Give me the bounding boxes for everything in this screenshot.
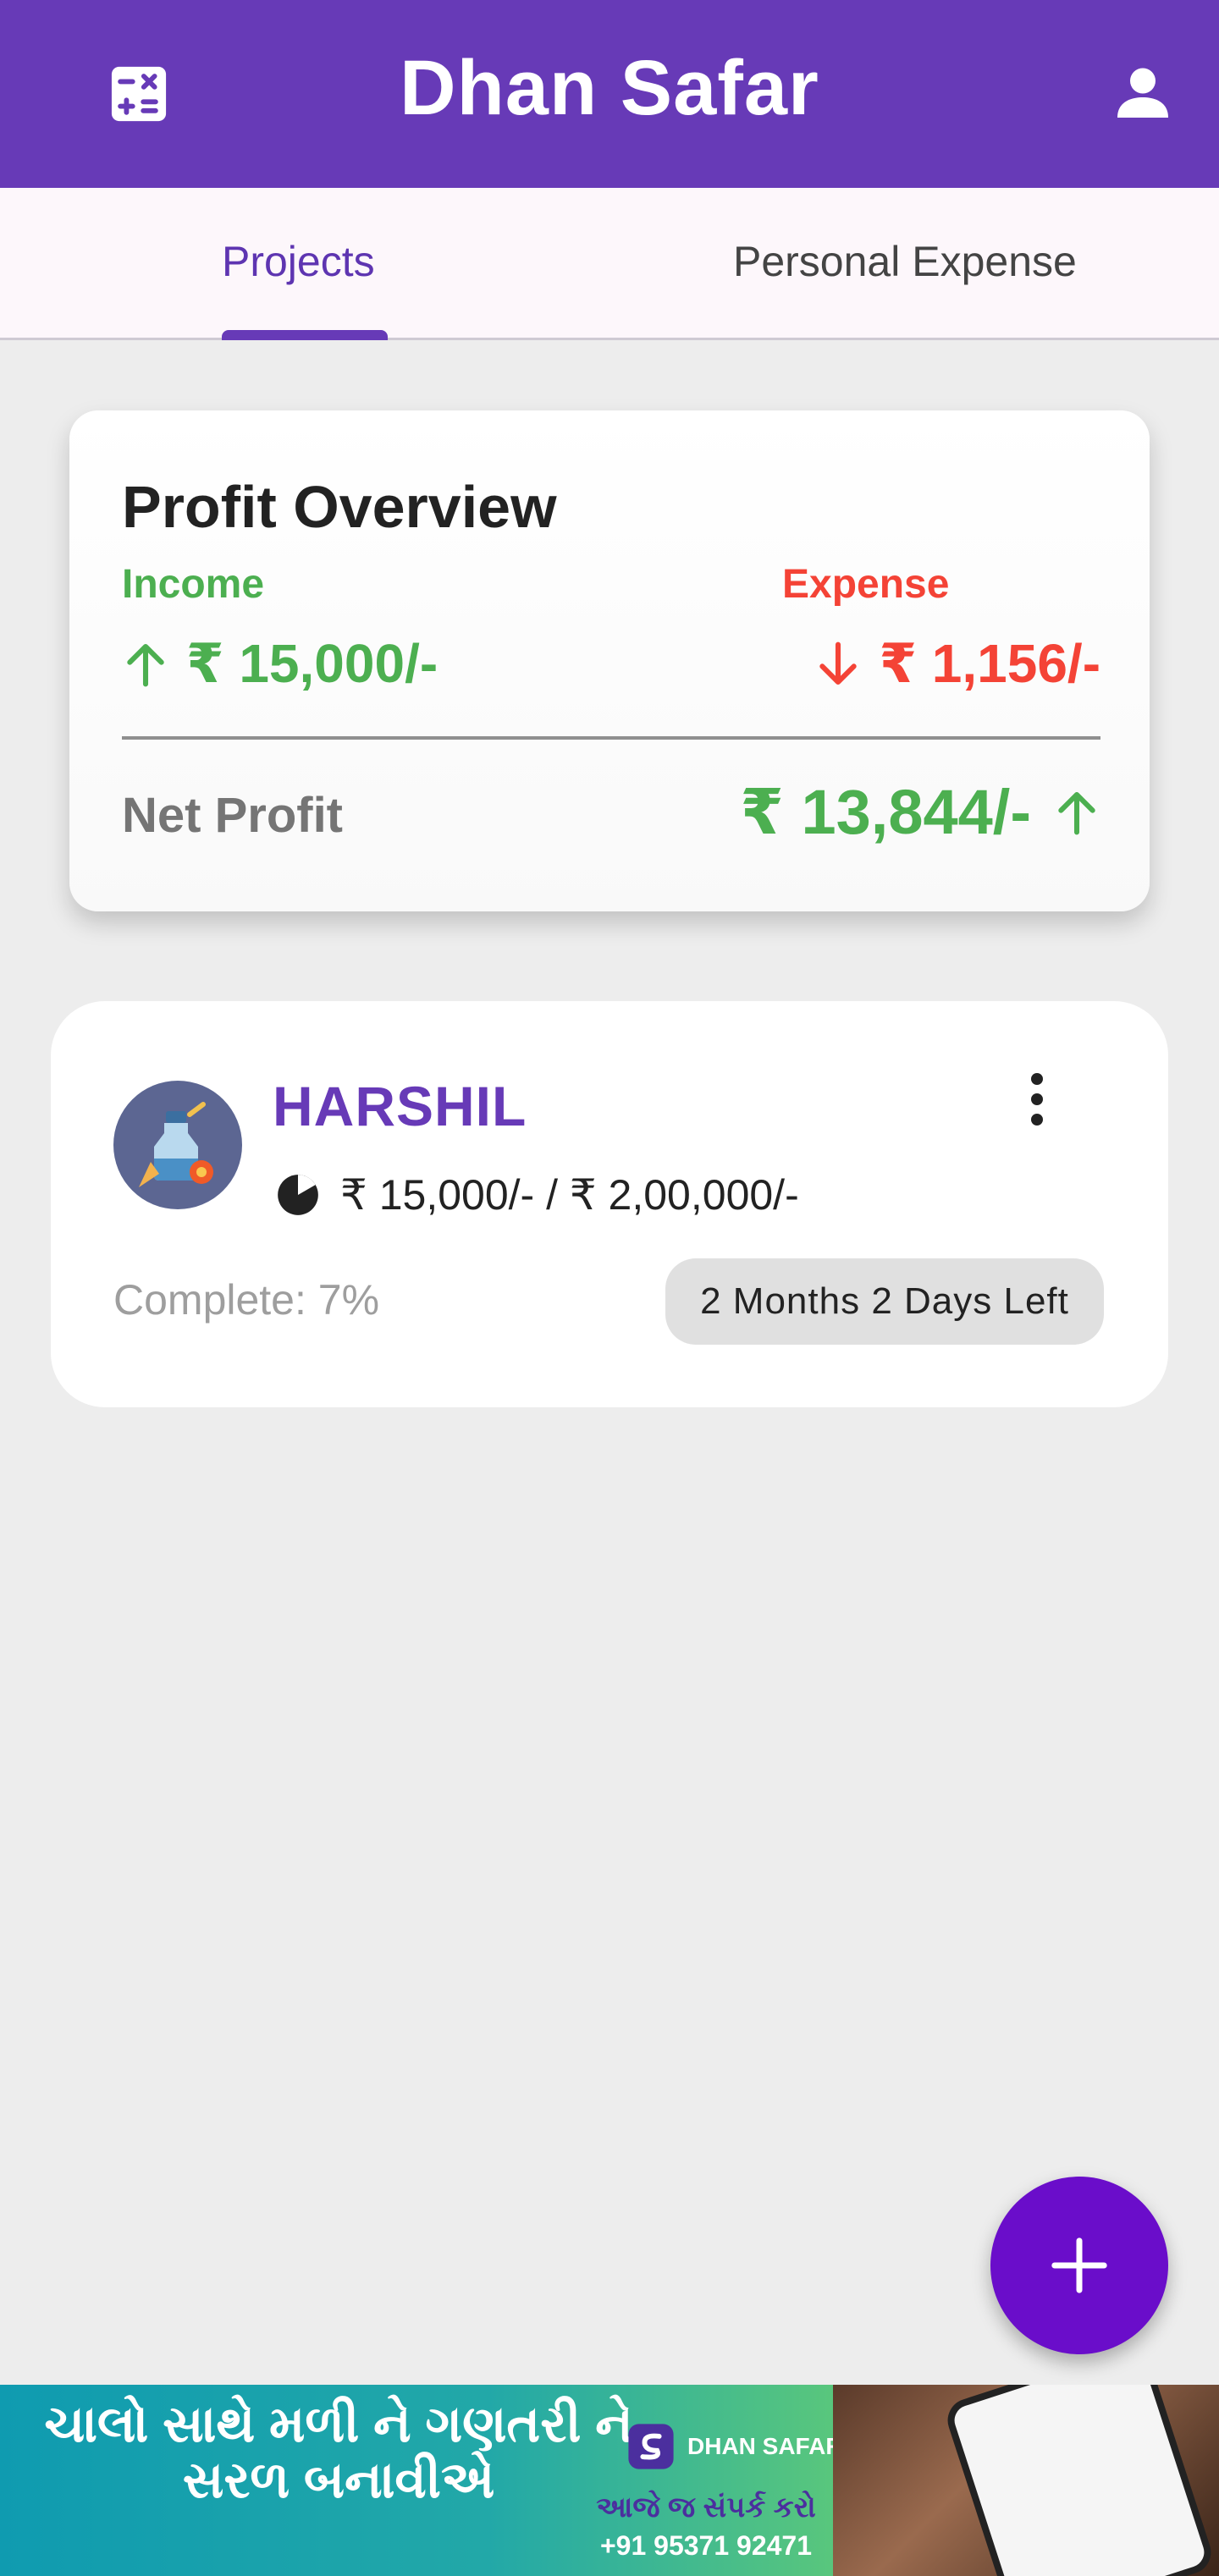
tab-indicator (222, 330, 388, 340)
app-bar: Dhan Safar (0, 0, 1219, 188)
net-profit-label: Net Profit (122, 788, 343, 843)
expense-label: Expense (782, 562, 950, 607)
project-amount-text: ₹ 15,000/- / ₹ 2,00,000/- (340, 1171, 799, 1219)
pie-chart-icon (278, 1175, 318, 1215)
divider (122, 736, 1100, 740)
project-complete: Complete: 7% (113, 1276, 380, 1324)
tab-bar: Projects Personal Expense (0, 188, 1219, 340)
arrow-up-icon (1058, 791, 1095, 835)
ad-logo: DHAN SAFAR (626, 2422, 843, 2471)
tab-personal-expense[interactable]: Personal Expense (733, 237, 1077, 286)
add-project-button[interactable] (990, 2177, 1168, 2354)
project-name: HARSHIL (273, 1075, 527, 1137)
arrow-up-icon (127, 643, 164, 686)
project-avatar (113, 1081, 242, 1209)
time-left-badge: 2 Months 2 Days Left (665, 1258, 1104, 1345)
profit-overview-card: Profit Overview Income Expense ₹ 15,000/… (69, 410, 1150, 911)
project-card[interactable]: HARSHIL ₹ 15,000/- / ₹ 2,00,000/- Comple… (51, 1001, 1168, 1407)
tab-projects[interactable]: Projects (222, 237, 375, 286)
arrow-down-icon (819, 641, 858, 685)
more-vertical-icon[interactable] (1007, 1065, 1067, 1133)
income-amount: ₹ 15,000/- (122, 632, 438, 696)
app-title: Dhan Safar (400, 45, 819, 131)
profit-overview-title: Profit Overview (122, 474, 557, 540)
income-value: ₹ 15,000/- (186, 633, 439, 694)
net-profit-value: ₹ 13,844/- (740, 777, 1031, 847)
net-profit-amount: ₹ 13,844/- (740, 776, 1100, 849)
expense-value: ₹ 1,156/- (879, 633, 1100, 694)
ad-banner[interactable]: ચાલો સાથે મળી ને ગણતરી ને સરળ બનાવીએ DHA… (0, 2385, 1219, 2576)
project-amount: ₹ 15,000/- / ₹ 2,00,000/- (276, 1170, 799, 1219)
bottle-icon (139, 1102, 213, 1187)
ad-phone: +91 95371 92471 (599, 2530, 813, 2561)
person-icon[interactable] (1112, 61, 1173, 124)
ad-cta: આજે જ સંપર્ક કરો (596, 2491, 816, 2524)
dhan-safar-logo-icon (628, 2424, 674, 2469)
ad-headline: ચાલો સાથે મળી ને ગણતરી ને સરળ બનાવીએ (44, 2396, 633, 2508)
income-label: Income (122, 562, 265, 607)
expense-amount: ₹ 1,156/- (814, 632, 1100, 696)
ad-brand: DHAN SAFAR (687, 2433, 843, 2459)
plus-icon (1051, 2237, 1107, 2293)
